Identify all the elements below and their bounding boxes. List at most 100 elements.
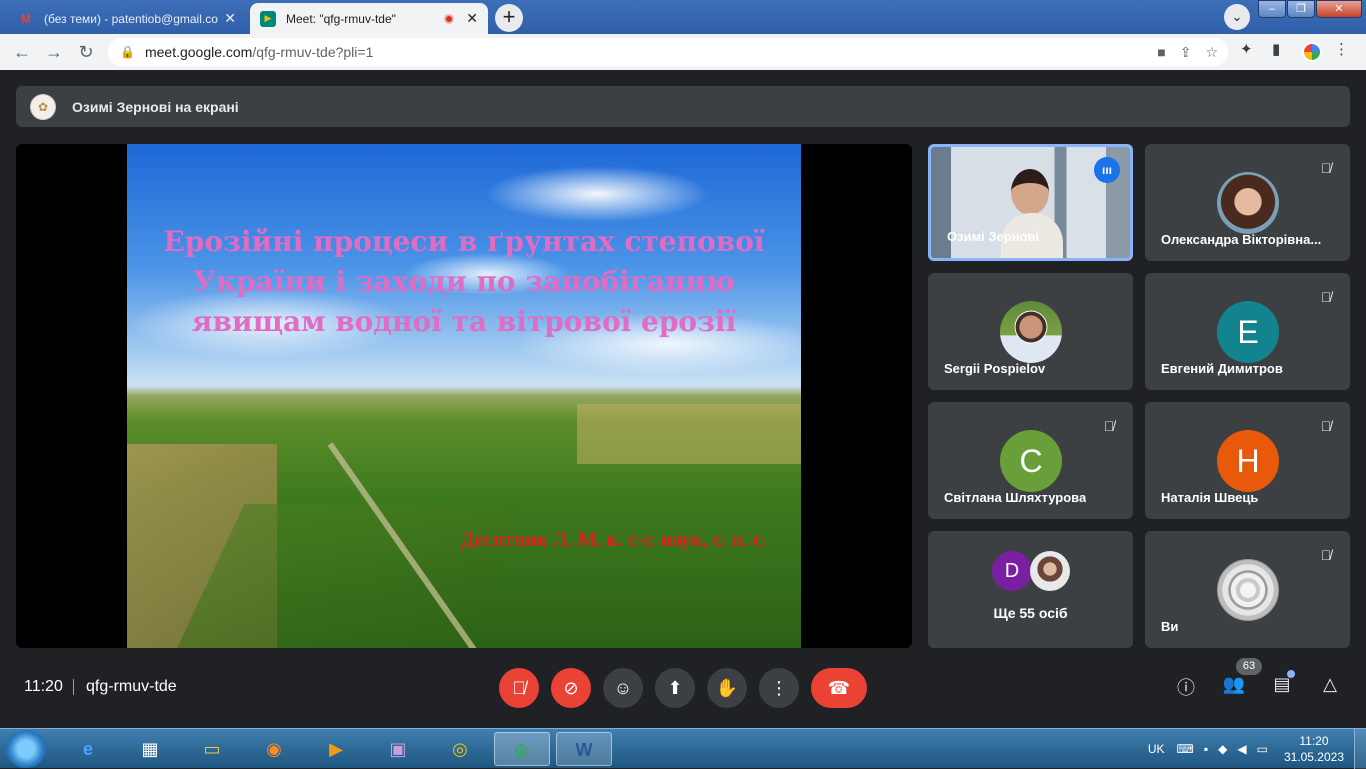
participant-tile-self[interactable]: 🎙̸ Ви bbox=[1145, 531, 1350, 648]
participant-tile[interactable]: Н 🎙̸ Наталія Швець bbox=[1145, 402, 1350, 519]
more-participants-tile[interactable]: D Ще 55 осіб bbox=[928, 531, 1133, 648]
browser-toolbar: ← → ↻ 🔒 meet.google.com/qfg-rmuv-tde?pli… bbox=[0, 34, 1366, 70]
meeting-clock: 11:20 bbox=[24, 678, 63, 695]
close-icon[interactable]: ✕ bbox=[224, 10, 236, 27]
info-icon: ⓘ bbox=[1177, 678, 1195, 698]
present-button[interactable]: ⬆ bbox=[655, 668, 695, 708]
camera-off-icon: ⊘ bbox=[563, 678, 579, 698]
emoji-icon: ☺ bbox=[613, 678, 633, 698]
side-panel-icon[interactable]: ▮ bbox=[1272, 40, 1280, 58]
participant-tile[interactable]: 🎙̸ Олександра Вікторівна... bbox=[1145, 144, 1350, 261]
tab-gmail[interactable]: M (без теми) - patentiob@gmail.co ✕ bbox=[8, 3, 246, 34]
meeting-code: qfg-rmuv-tde bbox=[86, 678, 177, 695]
mic-off-icon: 🎙̸ bbox=[1320, 289, 1332, 305]
address-bar[interactable]: 🔒 meet.google.com/qfg-rmuv-tde?pli=1 ■ ⇪… bbox=[108, 38, 1228, 66]
taskbar-date: 31.05.2023 bbox=[1283, 750, 1344, 764]
explorer-folder-icon[interactable]: ▭ bbox=[184, 732, 240, 766]
more-options-button[interactable]: ⋮ bbox=[759, 668, 799, 708]
slide-title: Ерозійні процеси в ґрунтах степової Укра… bbox=[127, 222, 801, 342]
activities-icon: △ bbox=[1323, 674, 1337, 694]
participant-name: Світлана Шляхтурова bbox=[944, 490, 1087, 505]
taskbar-time: 11:20 bbox=[1299, 734, 1329, 748]
hand-icon: ✋ bbox=[715, 678, 739, 698]
mic-off-icon: 🎙̸ bbox=[1320, 160, 1332, 176]
reload-button[interactable]: ↻ bbox=[70, 42, 102, 63]
raise-hand-button[interactable]: ✋ bbox=[707, 668, 747, 708]
recording-icon bbox=[444, 13, 455, 24]
avatar bbox=[1217, 172, 1279, 234]
language-indicator[interactable]: UK bbox=[1148, 742, 1165, 756]
participant-tile[interactable]: С 🎙̸ Світлана Шляхтурова bbox=[928, 402, 1133, 519]
maximize-button[interactable]: ❐ bbox=[1287, 0, 1315, 18]
presenting-banner: ✿ Озимі Зернові на екрані bbox=[16, 86, 1350, 127]
volume-icon[interactable]: ◀ bbox=[1237, 742, 1246, 756]
chat-button[interactable]: ▤ bbox=[1268, 674, 1296, 695]
firefox-icon[interactable]: ◉ bbox=[246, 732, 302, 766]
network-tray-icon[interactable]: ▪ bbox=[1204, 742, 1208, 756]
start-button[interactable] bbox=[6, 730, 46, 768]
back-button[interactable]: ← bbox=[6, 42, 38, 63]
slide-author: Десятник Л. М. к. с-г. наук, с. н. с. bbox=[460, 529, 767, 551]
participant-tile[interactable]: Sergii Pospielov bbox=[928, 273, 1133, 390]
mic-off-icon: 🎙̸ bbox=[512, 678, 526, 698]
slide-title-line: явищам водної та вітрової ерозії bbox=[191, 305, 737, 338]
divider bbox=[73, 679, 74, 695]
mic-off-icon: 🎙̸ bbox=[1103, 418, 1115, 434]
activities-button[interactable]: △ bbox=[1316, 674, 1344, 695]
show-desktop-button[interactable] bbox=[1354, 729, 1366, 769]
url-domain: meet.google.com bbox=[144, 44, 253, 60]
word-icon[interactable]: W bbox=[556, 732, 612, 766]
save-app-icon[interactable]: ▣ bbox=[370, 732, 426, 766]
bookmark-star-icon[interactable]: ☆ bbox=[1205, 44, 1218, 61]
keyboard-icon[interactable]: ⌨ bbox=[1177, 742, 1194, 756]
leave-call-button[interactable]: ☎ bbox=[811, 668, 867, 708]
media-player-icon[interactable]: ▶ bbox=[308, 732, 364, 766]
internet-explorer-icon[interactable]: e bbox=[60, 732, 116, 766]
share-icon[interactable]: ⇪ bbox=[1180, 44, 1192, 61]
calculator-icon[interactable]: ▦ bbox=[122, 732, 178, 766]
speaking-indicator-icon: ııı bbox=[1094, 157, 1120, 183]
participant-count-badge: 63 bbox=[1236, 658, 1262, 675]
new-tab-button[interactable]: + bbox=[495, 4, 523, 32]
tab-meet[interactable]: ▶ Meet: "qfg-rmuv-tde" ✕ bbox=[250, 3, 488, 34]
extensions-icon[interactable]: ✦ bbox=[1240, 40, 1253, 58]
minimize-button[interactable]: – bbox=[1258, 0, 1286, 18]
window-controls: – ❐ ✕ bbox=[1257, 0, 1362, 18]
app-icon[interactable]: ◎ bbox=[432, 732, 488, 766]
forward-button[interactable]: → bbox=[38, 42, 70, 63]
more-participants-label: Ще 55 осіб bbox=[993, 605, 1068, 621]
close-icon[interactable]: ✕ bbox=[466, 10, 478, 27]
people-icon: 👥 bbox=[1222, 674, 1246, 694]
tab-title: Meet: "qfg-rmuv-tde" bbox=[286, 11, 396, 26]
chrome-taskbar-icon[interactable]: ◍ bbox=[494, 732, 550, 766]
security-tray-icon[interactable]: ◆ bbox=[1218, 742, 1227, 756]
avatar: Н bbox=[1217, 430, 1279, 492]
people-button[interactable]: 👥 bbox=[1220, 674, 1248, 695]
reactions-button[interactable]: ☺ bbox=[603, 668, 643, 708]
camera-toggle-button[interactable]: ⊘ bbox=[551, 668, 591, 708]
chat-icon: ▤ bbox=[1273, 674, 1291, 694]
camera-icon[interactable]: ■ bbox=[1157, 44, 1165, 61]
participant-name: Ви bbox=[1161, 619, 1179, 634]
presenter-avatar: ✿ bbox=[30, 93, 56, 120]
meeting-details-button[interactable]: ⓘ bbox=[1172, 674, 1200, 700]
taskbar-clock[interactable]: 11:20 31.05.2023 bbox=[1284, 733, 1344, 765]
presentation-stage[interactable]: Ерозійні процеси в ґрунтах степової Укра… bbox=[16, 144, 912, 648]
participant-tile-self-presenter[interactable]: ııı Озимі Зернові bbox=[928, 144, 1133, 261]
close-window-button[interactable]: ✕ bbox=[1316, 0, 1362, 18]
menu-icon[interactable]: ⋮ bbox=[1334, 40, 1349, 58]
presentation-slide: Ерозійні процеси в ґрунтах степової Укра… bbox=[127, 144, 801, 648]
lock-icon: 🔒 bbox=[120, 45, 135, 59]
participant-tile[interactable]: Е 🎙̸ Евгений Димитров bbox=[1145, 273, 1350, 390]
participant-name: Озимі Зернові bbox=[947, 229, 1040, 244]
avatar bbox=[1000, 301, 1062, 363]
participant-name: Наталія Швець bbox=[1161, 490, 1259, 505]
profile-avatar[interactable] bbox=[1302, 42, 1322, 62]
mic-toggle-button[interactable]: 🎙̸ bbox=[499, 668, 539, 708]
network-icon[interactable]: ▭ bbox=[1257, 742, 1268, 756]
more-avatars: D bbox=[992, 551, 1070, 591]
avatar bbox=[1030, 551, 1070, 591]
tab-search-button[interactable]: ⌄ bbox=[1224, 4, 1250, 30]
present-screen-icon: ⬆ bbox=[667, 678, 683, 698]
avatar bbox=[1217, 559, 1279, 621]
